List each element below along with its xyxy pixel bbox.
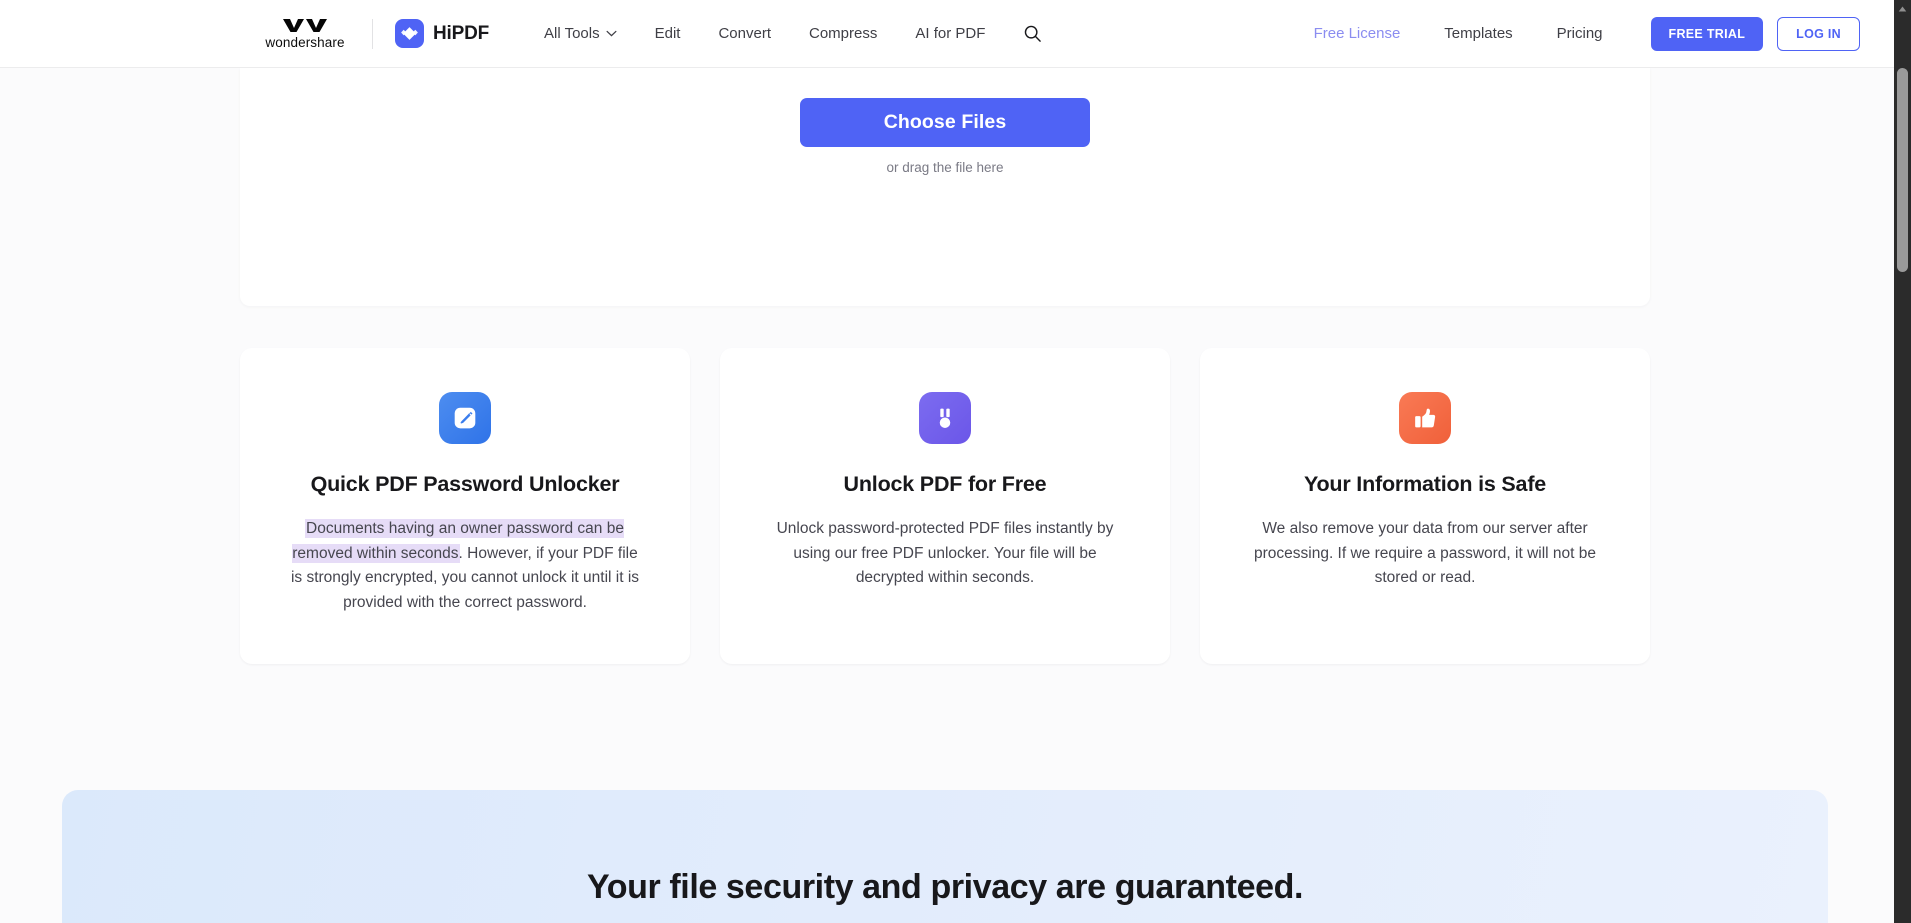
feature-description: Documents having an owner password can b… (286, 517, 644, 615)
nav-label-templates: Templates (1444, 25, 1513, 42)
hipdf-logo-icon (395, 19, 424, 48)
nav-label-compress: Compress (809, 25, 878, 42)
file-upload-panel[interactable]: Choose Files or drag the file here (240, 68, 1650, 306)
wondershare-wordmark: wondershare (265, 35, 345, 50)
medal-icon (919, 392, 971, 444)
log-in-button[interactable]: LOG IN (1777, 16, 1860, 51)
chevron-down-icon (606, 30, 617, 37)
feature-card-info-safe: Your Information is Safe We also remove … (1200, 348, 1650, 664)
header-divider (372, 18, 373, 49)
feature-description-rest: We also remove your data from our server… (1253, 520, 1597, 586)
search-button[interactable] (1018, 20, 1046, 48)
feature-title: Unlock PDF for Free (843, 472, 1047, 496)
nav-item-templates[interactable]: Templates (1422, 26, 1534, 41)
site-header: wondershare HiPDF All Tools Edit Convert… (0, 0, 1894, 68)
wondershare-logo[interactable]: wondershare (262, 17, 348, 50)
free-trial-button[interactable]: FREE TRIAL (1650, 16, 1764, 51)
primary-nav: All Tools Edit Convert Compress AI for P… (525, 20, 1046, 48)
feature-description: Unlock password-protected PDF files inst… (766, 517, 1124, 591)
header-left-group: wondershare HiPDF All Tools Edit Convert… (262, 17, 1046, 50)
feature-description-rest: Unlock password-protected PDF files inst… (776, 520, 1114, 586)
nav-item-all-tools[interactable]: All Tools (525, 26, 636, 41)
choose-files-button[interactable]: Choose Files (800, 98, 1090, 147)
nav-label-free-license: Free License (1313, 25, 1401, 42)
vertical-scrollbar[interactable] (1894, 0, 1911, 923)
nav-label-convert: Convert (718, 25, 771, 42)
wondershare-mark-icon (283, 19, 327, 32)
nav-label-ai-for-pdf: AI for PDF (915, 25, 986, 42)
feature-title: Your Information is Safe (1303, 472, 1547, 496)
security-banner: Your file security and privacy are guara… (62, 790, 1828, 923)
security-banner-title: Your file security and privacy are guara… (586, 868, 1304, 906)
feature-card-unlock-free: Unlock PDF for Free Unlock password-prot… (720, 348, 1170, 664)
diamond-glyph-icon (401, 27, 418, 40)
pencil-edit-icon (439, 392, 491, 444)
nav-item-edit[interactable]: Edit (636, 26, 700, 41)
scroll-up-arrow-icon[interactable] (1894, 2, 1911, 16)
header-right-group: Free License Templates Pricing FREE TRIA… (1292, 16, 1860, 51)
feature-card-row: Quick PDF Password Unlocker Documents ha… (240, 348, 1650, 664)
hipdf-brand-name: HiPDF (433, 22, 490, 44)
nav-item-compress[interactable]: Compress (790, 26, 896, 41)
thumbs-up-icon (1399, 392, 1451, 444)
drag-drop-hint: or drag the file here (886, 160, 1004, 175)
pencil-in-square-glyph-icon (454, 407, 476, 429)
feature-title: Quick PDF Password Unlocker (310, 472, 620, 496)
nav-item-convert[interactable]: Convert (699, 26, 790, 41)
hipdf-brand[interactable]: HiPDF (395, 19, 489, 48)
nav-item-ai-for-pdf[interactable]: AI for PDF (896, 26, 1004, 41)
triangle-up-icon (1898, 6, 1907, 12)
feature-description: We also remove your data from our server… (1246, 517, 1604, 591)
scrollbar-thumb[interactable] (1897, 68, 1908, 272)
medal-glyph-icon (939, 408, 951, 428)
page-viewport: wondershare HiPDF All Tools Edit Convert… (0, 0, 1894, 923)
search-icon (1024, 25, 1041, 42)
nav-label-pricing: Pricing (1556, 25, 1603, 42)
nav-label-all-tools: All Tools (544, 25, 600, 42)
thumbs-up-glyph-icon (1415, 408, 1436, 428)
nav-item-pricing[interactable]: Pricing (1535, 26, 1625, 41)
nav-label-edit: Edit (654, 25, 681, 42)
nav-item-free-license[interactable]: Free License (1292, 26, 1423, 41)
feature-card-quick-unlocker: Quick PDF Password Unlocker Documents ha… (240, 348, 690, 664)
